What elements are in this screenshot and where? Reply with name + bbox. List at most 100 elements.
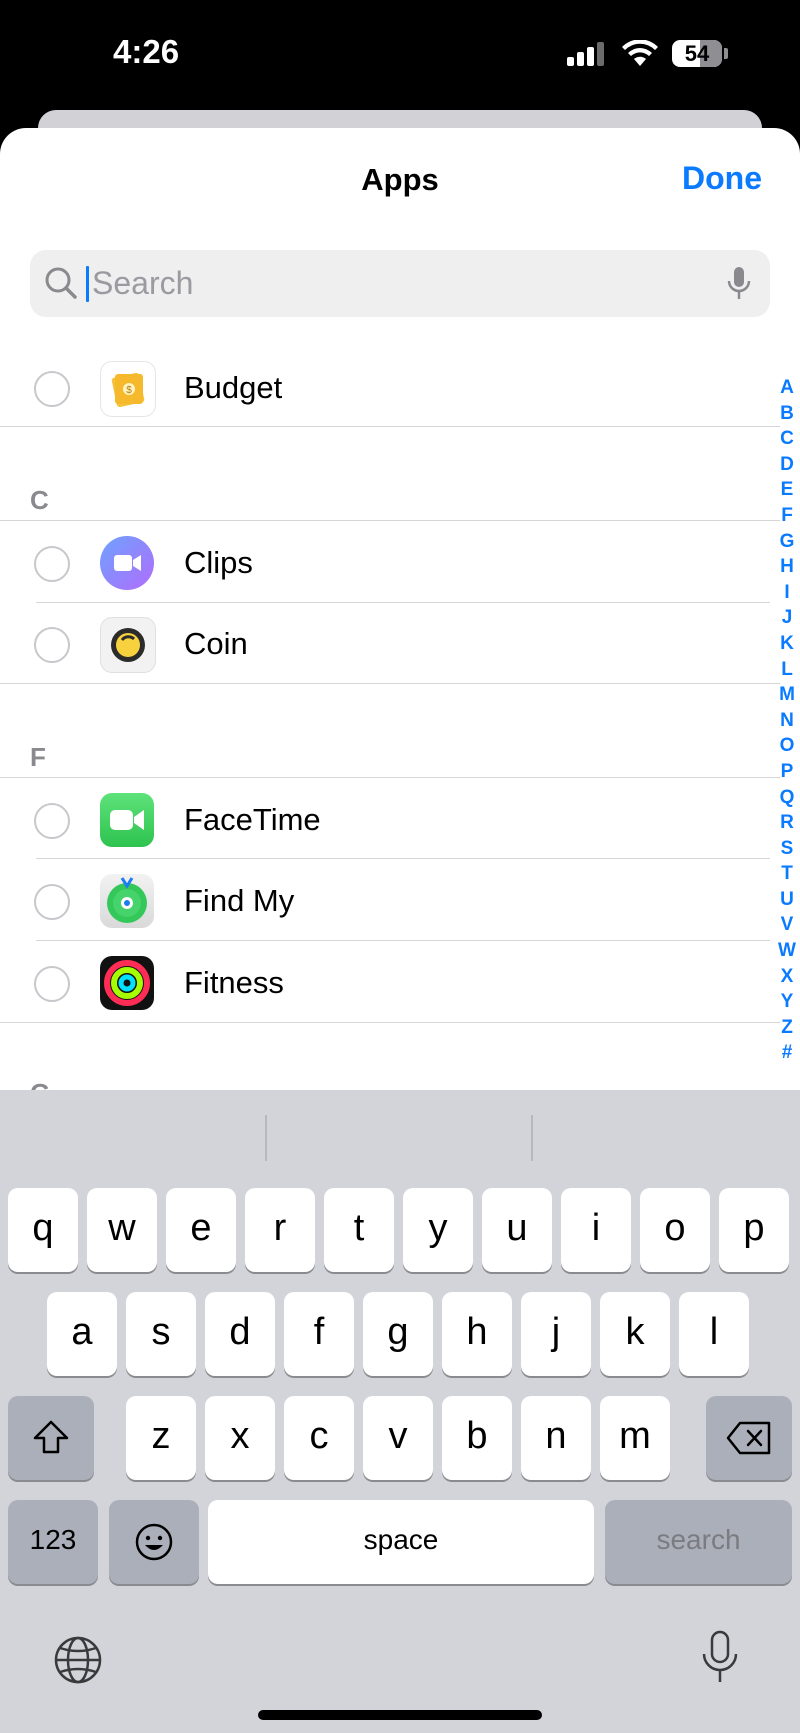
index-letter[interactable]: T xyxy=(776,861,798,887)
select-radio[interactable] xyxy=(34,966,70,1002)
select-radio[interactable] xyxy=(34,884,70,920)
emoji-key[interactable] xyxy=(109,1500,199,1584)
key-d[interactable]: d xyxy=(205,1292,275,1376)
select-radio[interactable] xyxy=(34,803,70,839)
divider xyxy=(36,858,770,859)
suggestion-divider xyxy=(531,1115,533,1161)
index-letter[interactable]: W xyxy=(776,938,798,964)
key-b[interactable]: b xyxy=(442,1396,512,1480)
index-letter[interactable]: V xyxy=(776,912,798,938)
done-button[interactable]: Done xyxy=(682,160,762,197)
index-letter[interactable]: Y xyxy=(776,989,798,1015)
app-name: Find My xyxy=(184,883,295,918)
index-letter[interactable]: Z xyxy=(776,1015,798,1041)
list-item[interactable]: Fitness xyxy=(0,944,780,1026)
divider xyxy=(0,777,780,778)
search-input[interactable] xyxy=(60,250,692,317)
alphabet-index[interactable]: A B C D E F G H I J K L M N O P Q R S T … xyxy=(776,375,798,1066)
key-n[interactable]: n xyxy=(521,1396,591,1480)
index-letter[interactable]: P xyxy=(776,759,798,785)
key-w[interactable]: w xyxy=(87,1188,157,1272)
key-z[interactable]: z xyxy=(126,1396,196,1480)
list-item[interactable]: Clips xyxy=(0,524,780,606)
key-g[interactable]: g xyxy=(363,1292,433,1376)
index-letter[interactable]: L xyxy=(776,657,798,683)
home-indicator[interactable] xyxy=(258,1710,542,1720)
shift-key[interactable] xyxy=(8,1396,94,1480)
key-r[interactable]: r xyxy=(245,1188,315,1272)
key-x[interactable]: x xyxy=(205,1396,275,1480)
cellular-signal-icon xyxy=(567,42,607,66)
divider xyxy=(0,426,780,427)
index-letter[interactable]: S xyxy=(776,836,798,862)
index-letter[interactable]: # xyxy=(776,1040,798,1066)
shift-arrow-icon xyxy=(33,1420,69,1454)
key-a[interactable]: a xyxy=(47,1292,117,1376)
index-letter[interactable]: U xyxy=(776,887,798,913)
index-letter[interactable]: B xyxy=(776,401,798,427)
microphone-icon[interactable] xyxy=(726,266,752,302)
section-header: C xyxy=(30,485,49,515)
select-radio[interactable] xyxy=(34,371,70,407)
key-u[interactable]: u xyxy=(482,1188,552,1272)
index-letter[interactable]: Q xyxy=(776,785,798,811)
status-time: 4:26 xyxy=(113,33,180,70)
search-key[interactable]: search xyxy=(605,1500,792,1584)
key-h[interactable]: h xyxy=(442,1292,512,1376)
key-q[interactable]: q xyxy=(8,1188,78,1272)
select-radio[interactable] xyxy=(34,546,70,582)
list-item[interactable]: FaceTime xyxy=(0,781,780,863)
divider xyxy=(36,940,770,941)
index-letter[interactable]: I xyxy=(776,580,798,606)
app-name: Budget xyxy=(184,370,283,405)
key-s[interactable]: s xyxy=(126,1292,196,1376)
space-key[interactable]: space xyxy=(208,1500,594,1584)
search-bar[interactable] xyxy=(30,250,770,317)
key-c[interactable]: c xyxy=(284,1396,354,1480)
battery-tip xyxy=(724,48,728,59)
coin-icon xyxy=(100,617,156,673)
key-o[interactable]: o xyxy=(640,1188,710,1272)
list-item[interactable]: Find My xyxy=(0,862,780,944)
index-letter[interactable]: A xyxy=(776,375,798,401)
battery-icon: 54 xyxy=(672,40,722,67)
key-i[interactable]: i xyxy=(561,1188,631,1272)
index-letter[interactable]: C xyxy=(776,426,798,452)
key-f[interactable]: f xyxy=(284,1292,354,1376)
index-letter[interactable]: K xyxy=(776,631,798,657)
key-j[interactable]: j xyxy=(521,1292,591,1376)
facetime-icon xyxy=(100,793,154,847)
key-l[interactable]: l xyxy=(679,1292,749,1376)
key-m[interactable]: m xyxy=(600,1396,670,1480)
sheet-title: Apps xyxy=(361,162,439,197)
emoji-icon xyxy=(135,1523,173,1561)
index-letter[interactable]: M xyxy=(776,682,798,708)
index-letter[interactable]: G xyxy=(776,529,798,555)
index-letter[interactable]: D xyxy=(776,452,798,478)
key-k[interactable]: k xyxy=(600,1292,670,1376)
index-letter[interactable]: E xyxy=(776,477,798,503)
index-letter[interactable]: J xyxy=(776,605,798,631)
dictation-microphone-icon[interactable] xyxy=(700,1630,740,1686)
numbers-key[interactable]: 123 xyxy=(8,1500,98,1584)
select-radio[interactable] xyxy=(34,627,70,663)
app-name: FaceTime xyxy=(184,802,321,837)
index-letter[interactable]: R xyxy=(776,810,798,836)
index-letter[interactable]: F xyxy=(776,503,798,529)
index-letter[interactable]: H xyxy=(776,554,798,580)
fitness-icon xyxy=(100,956,154,1010)
delete-key[interactable] xyxy=(706,1396,792,1480)
key-t[interactable]: t xyxy=(324,1188,394,1272)
app-name: Clips xyxy=(184,545,253,580)
index-letter[interactable]: X xyxy=(776,964,798,990)
key-p[interactable]: p xyxy=(719,1188,789,1272)
key-v[interactable]: v xyxy=(363,1396,433,1480)
divider xyxy=(0,1022,780,1023)
list-item[interactable]: $ Budget xyxy=(0,349,780,431)
globe-icon[interactable] xyxy=(53,1635,103,1685)
list-item[interactable]: Coin xyxy=(0,605,780,687)
index-letter[interactable]: N xyxy=(776,708,798,734)
index-letter[interactable]: O xyxy=(776,733,798,759)
key-y[interactable]: y xyxy=(403,1188,473,1272)
key-e[interactable]: e xyxy=(166,1188,236,1272)
